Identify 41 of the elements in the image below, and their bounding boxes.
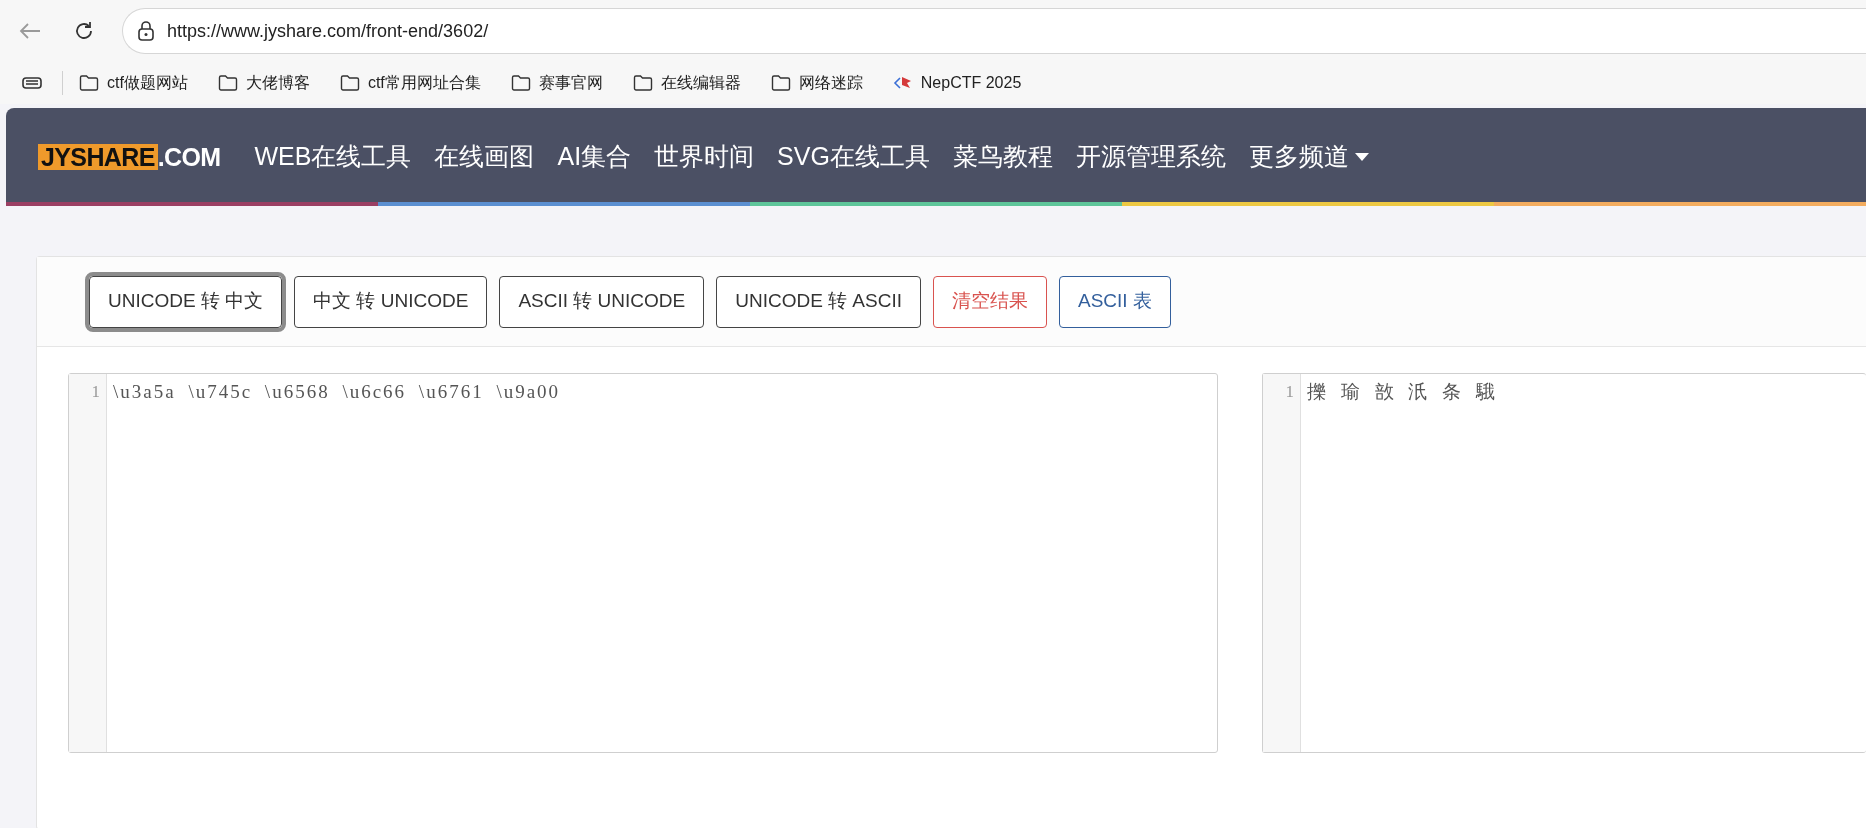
bookmark-item[interactable]: 在线编辑器 (630, 71, 743, 95)
folder-icon (510, 74, 531, 92)
tool-button[interactable]: UNICODE 转 ASCII (716, 275, 921, 328)
line-number: 1 (91, 381, 100, 403)
code-line: 擽 瑜 敨 汦 条 騀 (1307, 380, 1498, 404)
caret-icon (1354, 153, 1369, 161)
lock-icon (137, 21, 155, 41)
reload-icon (73, 20, 95, 42)
url-text: https://www.jyshare.com/front-end/3602/ (167, 19, 489, 43)
tabs-icon (22, 75, 44, 91)
input-editor[interactable]: 1 \u3a5a \u745c \u6568 \u6c66 \u6761 \u9a00 (68, 373, 1218, 753)
folder-icon (79, 74, 99, 92)
nav-link[interactable]: 更多频道 (1248, 138, 1369, 176)
bookmark-item[interactable]: 赛事官网 (508, 71, 605, 95)
folder-icon (770, 74, 791, 92)
nav-link[interactable]: 菜鸟教程 (952, 138, 1053, 176)
nav-link[interactable]: AI集合 (557, 138, 632, 176)
folder-icon (632, 74, 653, 92)
nav-link[interactable]: 在线画图 (434, 138, 535, 176)
bookmark-item[interactable]: ctf常用网址合集 (337, 71, 483, 95)
nav-link[interactable]: 世界时间 (654, 138, 755, 176)
bookmark-item[interactable]: ctf做题网站 (77, 71, 190, 95)
line-number: 1 (1285, 381, 1294, 403)
bookmark-item[interactable]: NepCTF 2025 (890, 71, 1024, 95)
logo-suffix: .COM (157, 144, 221, 170)
nav-link[interactable]: WEB在线工具 (254, 138, 412, 176)
tool-button[interactable]: 中文 转 UNICODE (294, 275, 488, 328)
bookmark-item[interactable]: 网络迷踪 (768, 71, 865, 95)
nav-link[interactable]: SVG在线工具 (777, 138, 930, 176)
back-icon (19, 22, 41, 40)
nav-link[interactable]: 开源管理系统 (1075, 138, 1226, 176)
folder-icon (217, 74, 238, 92)
tool-button[interactable]: ASCII 转 UNICODE (499, 275, 705, 328)
address-bar[interactable]: https://www.jyshare.com/front-end/3602/ (122, 8, 1866, 54)
tool-button[interactable]: ASCII 表 (1059, 275, 1171, 328)
folder-icon (339, 74, 360, 92)
tool-button[interactable]: 清空结果 (933, 275, 1047, 328)
output-editor[interactable]: 1 擽 瑜 敨 汦 条 騀 (1262, 373, 1866, 753)
code-line: \u3a5a \u745c \u6568 \u6c66 \u6761 \u9a00 (113, 380, 562, 404)
logo-text: JYSHARE (38, 144, 158, 170)
bookmark-item[interactable]: 大佬博客 (215, 71, 312, 95)
